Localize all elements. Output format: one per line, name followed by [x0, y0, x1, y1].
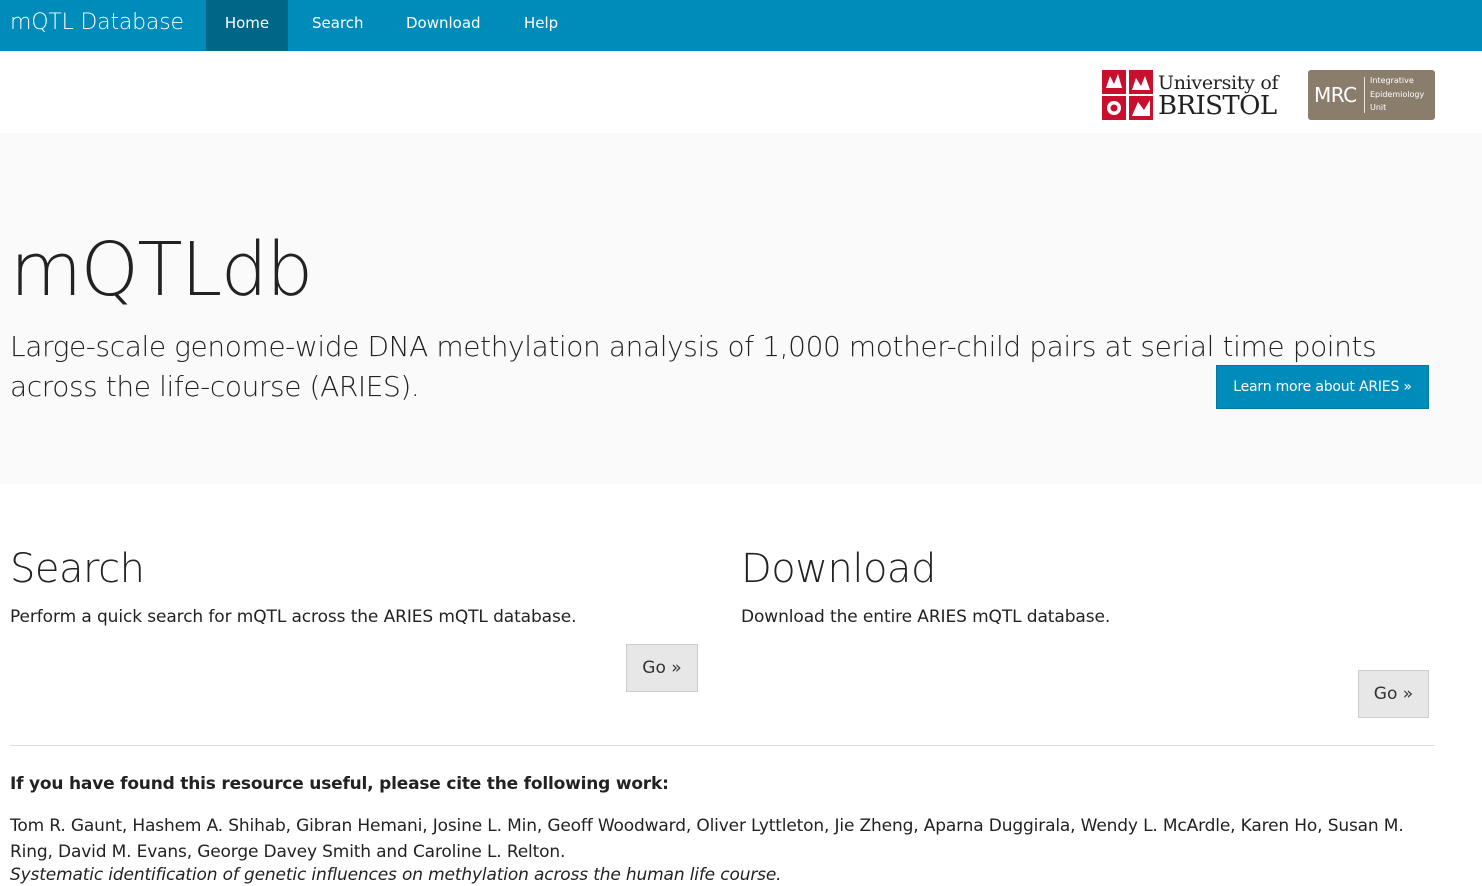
section-divider [10, 745, 1435, 746]
nav-item-search[interactable]: Search [312, 0, 364, 51]
mrc-logo-sub-line: Epidemiology [1370, 90, 1425, 99]
search-section-title: Search [10, 546, 145, 592]
learn-more-aries-button[interactable]: Learn more about ARIES » [1216, 365, 1429, 409]
citation-authors: Tom R. Gaunt, Hashem A. Shihab, Gibran H… [10, 816, 1404, 862]
search-go-button[interactable]: Go » [626, 644, 698, 692]
hero-title: mQTLdb [10, 227, 313, 313]
mrc-logo-divider [1364, 77, 1365, 113]
mrc-logo-sub-line: Integrative [1370, 76, 1414, 85]
mrc-logo-text: MRC [1314, 83, 1357, 107]
download-section-text: Download the entire ARIES mQTL database. [741, 607, 1111, 627]
citation-heading: If you have found this resource useful, … [10, 774, 669, 794]
top-navbar: mQTL Database Home Search Download Help [0, 0, 1482, 51]
mrc-ieu-logo[interactable]: MRC Integrative Epidemiology Unit [1308, 70, 1435, 120]
mrc-logo-sub-line: Unit [1370, 103, 1387, 112]
download-go-button[interactable]: Go » [1358, 670, 1429, 718]
nav-item-help[interactable]: Help [524, 0, 558, 51]
bristol-logo-line2: BRISTOL [1158, 91, 1277, 121]
hero-jumbotron: mQTLdb Large-scale genome-wide DNA methy… [0, 133, 1482, 484]
bristol-crest-icon [1102, 70, 1153, 120]
nav-item-home[interactable]: Home [206, 0, 288, 51]
navbar-brand[interactable]: mQTL Database [10, 10, 184, 35]
nav-item-download[interactable]: Download [406, 0, 481, 51]
university-of-bristol-logo[interactable]: University of BRISTOL [1102, 69, 1279, 123]
download-section-title: Download [741, 546, 936, 592]
citation-title: Systematic identification of genetic inf… [10, 865, 782, 885]
search-section-text: Perform a quick search for mQTL across t… [10, 607, 577, 627]
